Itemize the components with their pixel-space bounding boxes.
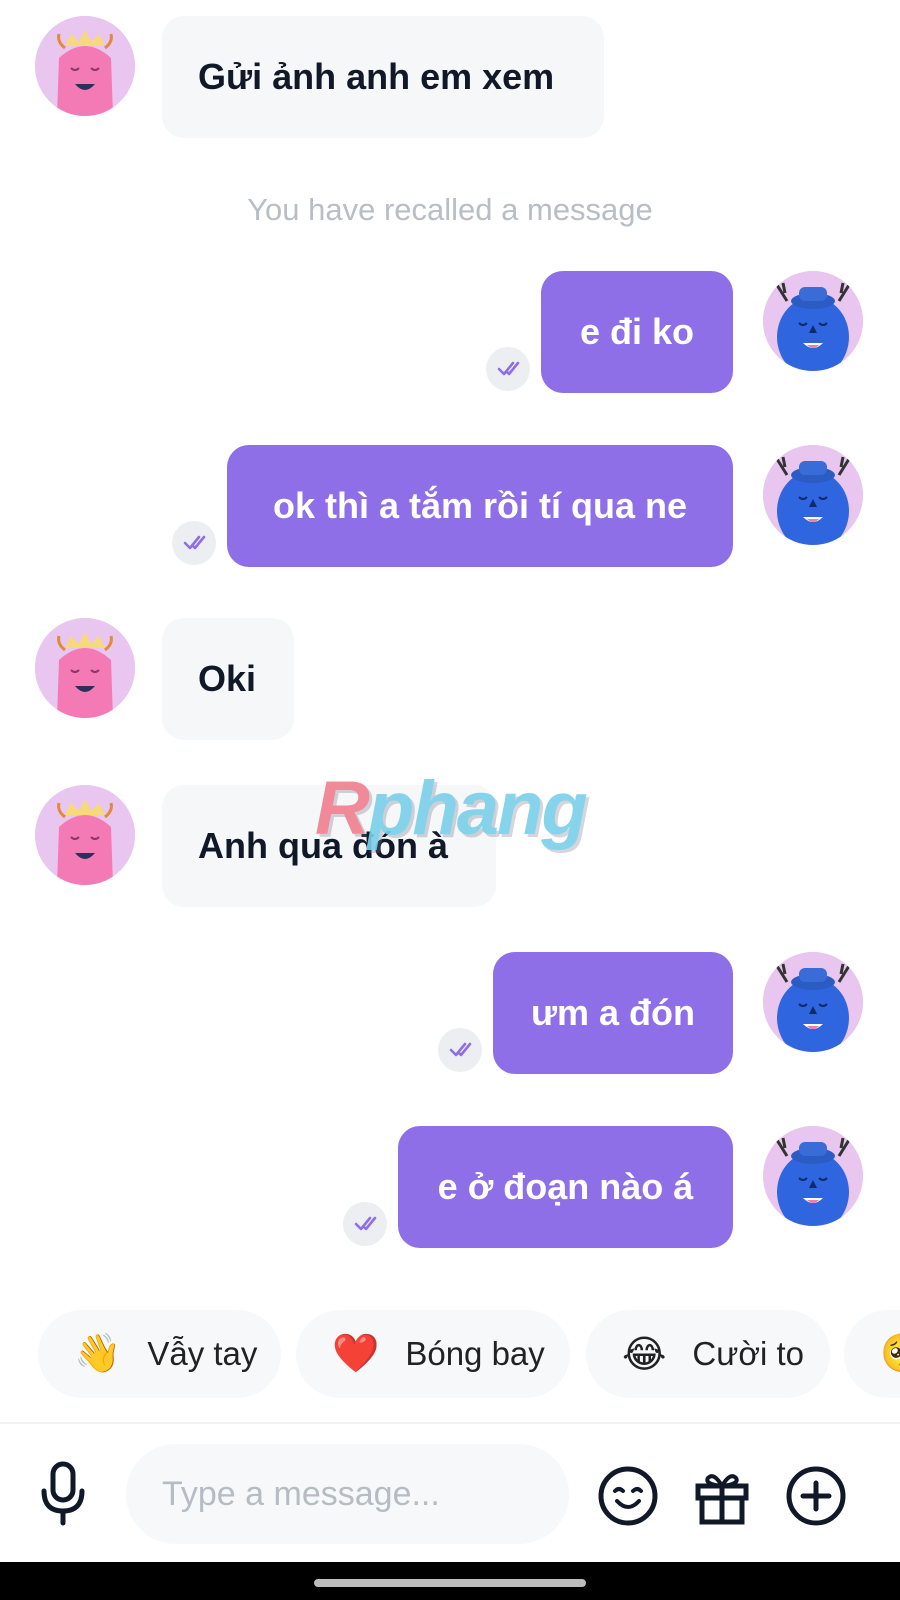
my-avatar[interactable] [763,952,863,1052]
message-bubble[interactable]: Oki [162,618,294,740]
reaction-chip-laugh[interactable]: 😂 Cười to [586,1310,830,1398]
message-bubble[interactable]: Gửi ảnh anh em xem [162,16,604,138]
microphone-icon[interactable] [33,1460,93,1528]
quick-reactions-bar[interactable]: 👋 Vẫy tay ❤️ Bóng bay 😂 Cười to 🥺 [0,1310,900,1400]
heart-icon: ❤️ [332,1333,380,1375]
my-avatar[interactable] [763,445,863,545]
pleading-face-icon: 🥺 [880,1332,900,1376]
home-gesture-handle[interactable] [314,1579,586,1587]
message-input[interactable] [126,1444,569,1544]
message-text: Gửi ảnh anh em xem [198,56,555,97]
reaction-label: Cười to [692,1335,804,1372]
watermark-logo: Rphang [315,766,588,851]
message-bubble[interactable]: e ở đoạn nào á [398,1126,733,1248]
contact-avatar[interactable] [35,16,135,116]
reaction-label: Vẫy tay [147,1335,258,1372]
waving-hand-icon: 👋 [74,1333,122,1375]
recalled-notice: You have recalled a message [247,192,653,227]
message-text: ok thì a tắm rồi tí qua ne [272,485,688,526]
message-bubble[interactable]: e đi ko [541,271,733,393]
message-bubble[interactable]: ưm a đón [493,952,733,1074]
reaction-chip-wave[interactable]: 👋 Vẫy tay [38,1310,281,1398]
message-composer [0,1424,900,1564]
read-receipt-icon [172,521,216,565]
laughing-face-icon: 😂 [622,1333,667,1376]
read-receipt-icon [343,1202,387,1246]
message-text: ưm a đón [530,992,696,1033]
reaction-chip-partial[interactable]: 🥺 [844,1310,900,1398]
gift-icon[interactable] [690,1464,754,1528]
emoji-icon[interactable] [596,1464,660,1528]
reaction-label: Bóng bay [405,1335,545,1372]
read-receipt-icon [486,347,530,391]
message-text: Oki [198,658,257,699]
contact-avatar[interactable] [35,785,135,885]
my-avatar[interactable] [763,1126,863,1226]
contact-avatar[interactable] [35,618,135,718]
message-text: e đi ko [579,311,695,352]
system-navigation-bar [0,1562,900,1600]
reaction-chip-balloon[interactable]: ❤️ Bóng bay [296,1310,570,1398]
plus-icon[interactable] [784,1464,848,1528]
message-bubble[interactable]: ok thì a tắm rồi tí qua ne [227,445,733,567]
my-avatar[interactable] [763,271,863,371]
read-receipt-icon [438,1028,482,1072]
message-text: e ở đoạn nào á [437,1166,694,1207]
chat-area[interactable]: Gửi ảnh anh em xem You have recalled a m… [0,0,900,1290]
